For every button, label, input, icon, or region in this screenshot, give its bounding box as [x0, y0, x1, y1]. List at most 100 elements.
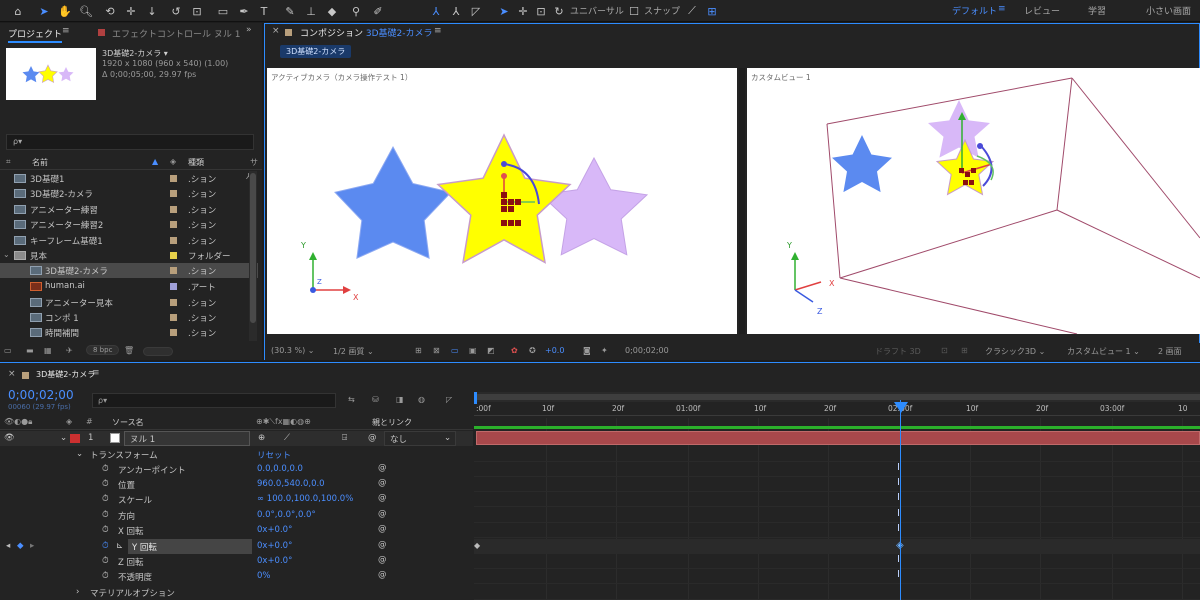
chevron-right-icon[interactable]: ›	[76, 587, 79, 597]
workspace-default[interactable]: デフォルト	[952, 4, 997, 17]
zoom-tool-icon[interactable]: 🔍︎	[78, 3, 94, 19]
shy-switch-icon[interactable]: ⊕	[258, 433, 265, 443]
bpc-button[interactable]: 8 bpc	[86, 345, 120, 355]
label-icon[interactable]: ◈	[66, 417, 72, 426]
axis-local-icon[interactable]: ⅄	[428, 3, 444, 19]
pickwhip-icon[interactable]: @	[378, 493, 387, 503]
comp-info-name[interactable]: 3D基礎2-カメラ ▾	[102, 48, 168, 59]
project-search-input[interactable]: ρ▾	[6, 134, 254, 150]
pen-tool-icon[interactable]: ✒	[236, 3, 252, 19]
snapping-label[interactable]: スナップ	[644, 4, 680, 17]
pickwhip-icon[interactable]: @	[378, 463, 387, 473]
transparency-grid-icon[interactable]: ⊠	[433, 346, 440, 355]
layer-row[interactable]: 👁︎ ⌄ 1 ヌル 1 ⊕ ⟋ ⍈ @ なし ⌄	[0, 431, 473, 446]
mask-icon[interactable]: ◩	[487, 346, 495, 355]
snapshot-icon[interactable]: ⊞	[415, 346, 422, 355]
resolution-dropdown[interactable]: 1/2 画質 ⌄	[333, 346, 374, 357]
property-row[interactable]: ⏱︎ X 回転 0x+0.0° @	[0, 523, 473, 538]
property-row-selected[interactable]: ◂ ◆ ▸ ⏱︎ ⊾ Y 回転 0x+0.0° @	[0, 539, 473, 554]
axis-view-icon[interactable]: ◸	[468, 3, 484, 19]
layer-number-col[interactable]: #	[86, 417, 93, 426]
snap-grid-icon[interactable]: ⊞	[704, 3, 720, 19]
more-panels-icon[interactable]: »	[246, 25, 252, 35]
list-item[interactable]: アニメーター練習2 .ション	[0, 217, 258, 232]
pickwhip-icon[interactable]: @	[378, 555, 387, 565]
pickwhip-icon[interactable]: @	[368, 433, 377, 443]
snap-checkbox-icon[interactable]: ☐	[626, 3, 642, 19]
work-area-bar[interactable]	[474, 392, 1200, 402]
axis-world-icon[interactable]: ⅄	[448, 3, 464, 19]
chevron-down-icon[interactable]: ⌄	[76, 449, 83, 459]
transform-reset[interactable]: リセット	[257, 449, 291, 461]
property-row[interactable]: ⏱︎ 不透明度 0% @	[0, 569, 473, 584]
sort-arrow-icon[interactable]: ▲	[152, 157, 158, 166]
parent-value[interactable]: なし	[390, 433, 407, 445]
folder-item[interactable]: ⌄ 見本 フォルダー	[0, 248, 258, 263]
3d-rotate-icon[interactable]: ↻	[551, 3, 567, 19]
col-name[interactable]: 名前	[32, 157, 48, 168]
quality-switch-icon[interactable]: ⟋	[284, 433, 290, 443]
puppet-tool-icon[interactable]: ✐	[370, 3, 386, 19]
stopwatch-icon[interactable]: ⏱︎	[102, 556, 109, 566]
chevron-down-icon[interactable]: ⌄	[60, 433, 67, 443]
stopwatch-active-icon[interactable]: ⏱︎	[102, 541, 109, 551]
roi-icon[interactable]: ▭	[451, 346, 459, 355]
view-dropdown[interactable]: カスタムビュー 1 ⌄	[1067, 346, 1140, 357]
home-icon[interactable]: ⌂	[10, 3, 26, 19]
list-item[interactable]: 3D基礎2-カメラ .ション	[0, 186, 258, 201]
trash-icon[interactable]: 🗑︎	[124, 346, 134, 355]
grid-icon[interactable]: ▣	[469, 346, 477, 355]
custom-view-viewer[interactable]: カスタムビュー 1 Y X Z	[747, 68, 1200, 334]
property-row[interactable]: ⏱︎ Z 回転 0x+0.0° @	[0, 554, 473, 569]
tab-project[interactable]: プロジェクト	[8, 27, 63, 43]
list-item[interactable]: キーフレーム基礎1 .ション	[0, 233, 258, 248]
close-tab-icon[interactable]: ×	[272, 26, 280, 36]
list-item[interactable]: コンポ 1 .ション	[0, 310, 258, 325]
playhead-handle[interactable]	[894, 402, 908, 413]
tab-timeline[interactable]: 3D基礎2-カメラ	[36, 369, 95, 380]
comp-menu-icon[interactable]: ≡	[434, 26, 442, 36]
selection-tool-icon[interactable]: ➤	[36, 3, 52, 19]
property-row[interactable]: ⏱︎ スケール ∞ 100.0,100.0,100.0% @	[0, 492, 473, 507]
show-snapshot-icon[interactable]: ✦	[601, 346, 608, 355]
rectangle-tool-icon[interactable]: ▭	[215, 3, 231, 19]
prev-keyframe-icon[interactable]: ◂	[6, 541, 10, 551]
orbit-tool-icon[interactable]: ⟲	[102, 3, 118, 19]
comp-timecode[interactable]: 0;00;02;00	[625, 346, 669, 355]
draft3d-toggle[interactable]: ドラフト 3D	[875, 346, 921, 357]
close-timeline-icon[interactable]: ×	[8, 369, 16, 379]
timeline-timecode[interactable]: 0;00;02;00	[8, 388, 74, 402]
thumbnail-slider[interactable]	[143, 347, 173, 356]
hand-tool-icon[interactable]: ✋	[57, 3, 73, 19]
list-item[interactable]: アニメーター見本 .ション	[0, 295, 258, 310]
frame-blend-icon[interactable]: ◍	[418, 395, 425, 404]
stopwatch-icon[interactable]: ⏱︎	[102, 479, 109, 489]
type-tool-icon[interactable]: T	[256, 3, 272, 19]
workspace-learn[interactable]: 学習	[1088, 4, 1106, 17]
graph-editor-icon[interactable]: ◸	[446, 395, 452, 404]
3d-select-icon[interactable]: ➤	[496, 3, 512, 19]
timeline-search-input[interactable]: ρ▾	[92, 393, 336, 408]
stopwatch-icon[interactable]: ⏱︎	[102, 494, 109, 504]
interpret-footage-icon[interactable]: ▭	[4, 346, 12, 355]
layer-label-color[interactable]	[70, 434, 80, 443]
pickwhip-icon[interactable]: @	[378, 570, 387, 580]
dolly-tool-icon[interactable]: ↓	[144, 3, 160, 19]
transform-group[interactable]: ⌄ トランスフォーム リセット	[0, 447, 473, 462]
list-item[interactable]: 3D基礎1.ション⅄	[0, 171, 258, 186]
3d-ground-icon[interactable]: ⊡	[941, 346, 948, 355]
property-row[interactable]: ⏱︎ 方向 0.0°,0.0°,0.0° @	[0, 508, 473, 523]
channel-icon[interactable]: ✿	[511, 346, 518, 355]
exposure-reset-icon[interactable]: ✪	[529, 346, 536, 355]
stopwatch-icon[interactable]: ⏱︎	[102, 464, 109, 474]
property-row[interactable]: ⏱︎ 位置 960.0,540.0,0.0 @	[0, 477, 473, 492]
add-keyframe-icon[interactable]: ◆	[17, 541, 24, 551]
work-area-start[interactable]	[474, 392, 477, 404]
eraser-tool-icon[interactable]: ◆	[324, 3, 340, 19]
time-ruler[interactable]	[474, 402, 1200, 416]
workspace-review[interactable]: レビュー	[1024, 4, 1060, 17]
layer-duration-bar[interactable]	[476, 431, 1200, 445]
exposure-value[interactable]: +0.0	[545, 346, 564, 355]
switches-icons[interactable]: ⊕✱⟍fx▦◐◍⊕	[256, 417, 311, 427]
views-count-dropdown[interactable]: 2 画面	[1158, 346, 1182, 357]
